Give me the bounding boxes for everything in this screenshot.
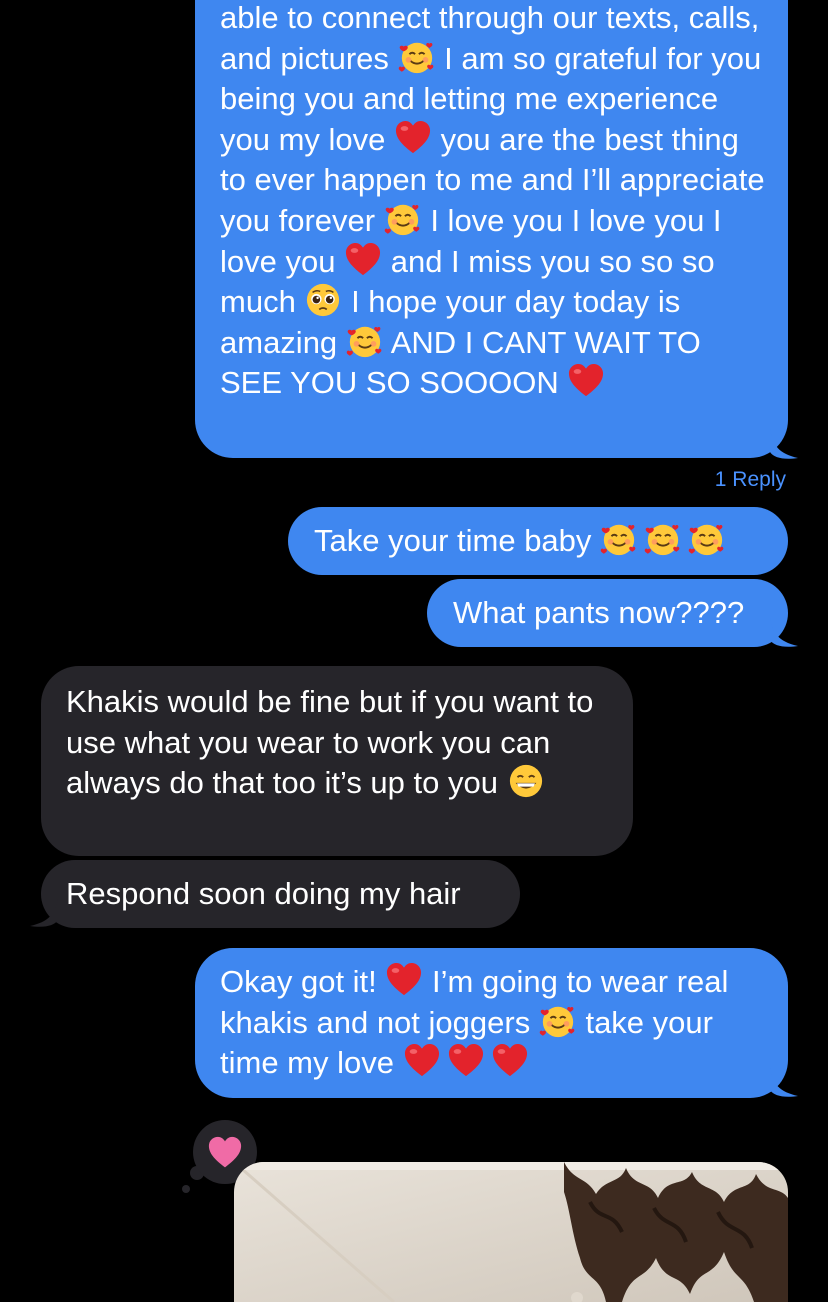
smiling-face-with-hearts-icon	[539, 1003, 577, 1039]
red-heart-icon	[394, 120, 432, 156]
sent-message-bubble[interactable]: able to connect through our texts, calls…	[195, 0, 788, 458]
tapback-tail-dot	[182, 1185, 190, 1193]
photo-attachment[interactable]	[234, 1162, 788, 1302]
red-heart-icon	[344, 242, 382, 278]
smiling-face-with-hearts-icon	[688, 521, 726, 557]
message-text: What pants now????	[453, 595, 745, 630]
sent-bubble-tail	[770, 618, 798, 647]
grinning-face-icon	[507, 763, 545, 799]
red-heart-icon	[491, 1043, 529, 1079]
red-heart-icon	[447, 1043, 485, 1079]
smiling-face-with-hearts-icon	[384, 201, 422, 237]
received-message-bubble[interactable]: Respond soon doing my hair	[41, 860, 520, 928]
sent-message-bubble[interactable]: Okay got it! I’m going to wear real khak…	[195, 948, 788, 1098]
smiling-face-with-hearts-icon	[398, 39, 436, 75]
message-text: Okay got it!	[220, 964, 377, 999]
photo-thumbnail	[234, 1162, 788, 1302]
message-text: Take your time baby	[314, 523, 592, 558]
pleading-face-icon	[304, 282, 342, 318]
received-bubble-tail	[30, 898, 58, 927]
message-text: Respond soon doing my hair	[66, 876, 461, 911]
sent-message-bubble[interactable]: Take your time baby	[288, 507, 788, 575]
smiling-face-with-hearts-icon	[346, 323, 384, 359]
smiling-face-with-hearts-icon	[600, 521, 638, 557]
red-heart-icon	[403, 1043, 441, 1079]
sent-bubble-tail	[770, 1068, 798, 1097]
red-heart-icon	[567, 363, 605, 399]
smiling-face-with-hearts-icon	[644, 521, 682, 557]
heart-icon	[208, 1136, 242, 1168]
red-heart-icon	[385, 962, 423, 998]
sent-bubble-tail	[770, 428, 798, 459]
sent-message-bubble[interactable]: What pants now????	[427, 579, 788, 647]
received-message-bubble[interactable]: Khakis would be fine but if you want to …	[41, 666, 633, 856]
thread-reply-count-link[interactable]: 1 Reply	[715, 468, 786, 492]
